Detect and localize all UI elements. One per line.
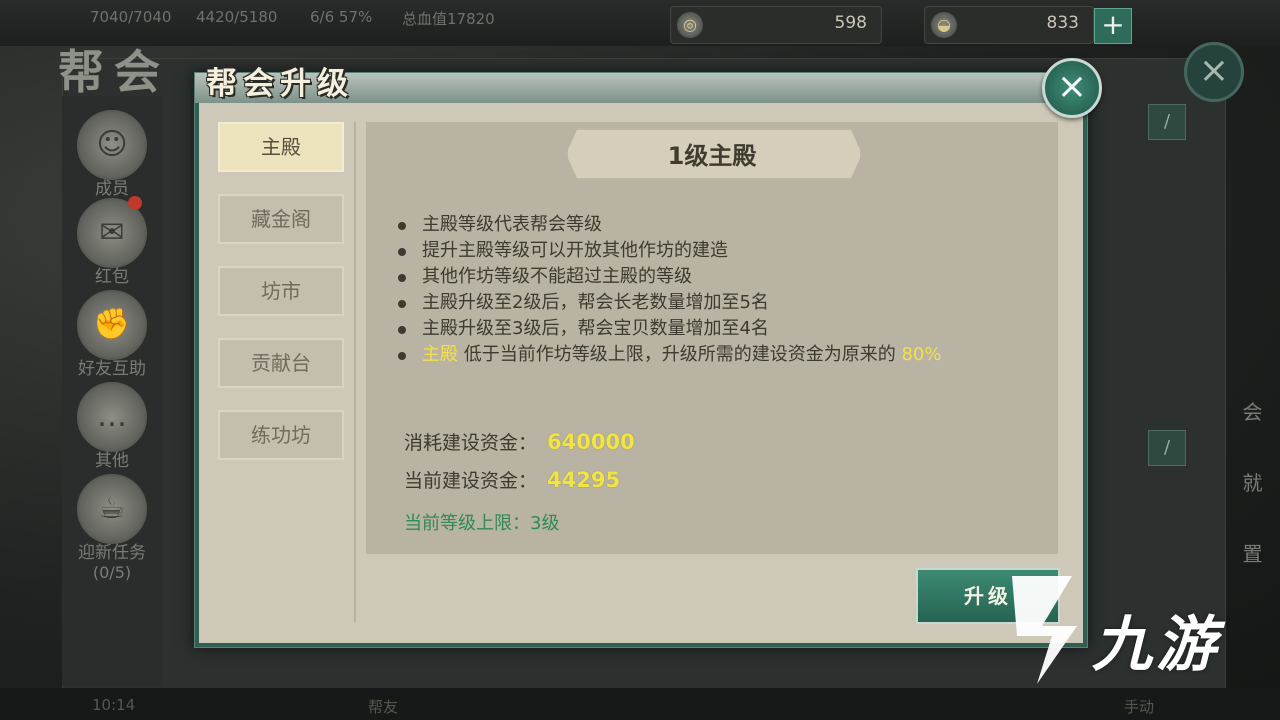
tab-main-hall[interactable]: 主殿 [218, 122, 344, 172]
level-limit-text: 当前等级上限：3级 [404, 513, 560, 534]
right-label[interactable]: 会 [1225, 396, 1280, 425]
nav-newbie-task[interactable]: ☕ 迎新任务 (0/5) [72, 474, 152, 582]
nav-friend-help-label: 好友互助 [78, 359, 146, 379]
discount-note: 主殿 低于当前作坊等级上限，升级所需的建设资金为原来的 80% [398, 342, 1038, 368]
mp-stat: 4420/5180 [196, 8, 278, 26]
gold-ingot-icon: ◒ [931, 12, 957, 38]
gold-value: 833 [1046, 13, 1079, 33]
nav-other[interactable]: … 其他 [72, 382, 152, 471]
scroll-icon: … [77, 382, 147, 452]
nav-members-label: 成员 [95, 179, 129, 199]
nav-other-label: 其他 [95, 451, 129, 471]
gold-resource[interactable]: ◒ 833 [924, 6, 1094, 44]
current-funds-label: 当前建设资金： [404, 470, 538, 492]
tab-divider [354, 122, 356, 622]
nav-newbie-task-count: (0/5) [92, 563, 132, 582]
description-item: 主殿等级代表帮会等级 [398, 212, 1038, 238]
add-gold-button[interactable]: + [1094, 8, 1132, 44]
current-funds-row: 当前建设资金： 44295 [404, 466, 620, 493]
task-icon: ☕ [77, 474, 147, 544]
bottom-friends[interactable]: 帮友 [368, 696, 398, 717]
nav-red-packet[interactable]: ✉ 红包 [72, 196, 152, 287]
building-heading: 1级主殿 [667, 142, 757, 170]
nav-members[interactable]: ☺ 成员 [72, 110, 152, 199]
handshake-icon: ✊ [77, 290, 147, 360]
right-label[interactable]: 就 [1225, 467, 1280, 496]
note-highlight-percent: 80% [901, 344, 942, 365]
tab-contribution[interactable]: 贡献台 [218, 338, 344, 388]
description-list: 主殿等级代表帮会等级 提升主殿等级可以开放其他作坊的建造 其他作坊等级不能超过主… [398, 212, 1038, 368]
bottom-bar: 10:14 帮友 手动 [0, 688, 1280, 720]
total-hp-stat: 总血值17820 [402, 10, 495, 28]
watermark-text: 九游 [1092, 610, 1220, 680]
guild-close-button[interactable]: × [1184, 42, 1244, 102]
description-item: 主殿升级至3级后，帮会宝贝数量增加至4名 [398, 316, 1038, 342]
right-side-menu: 会 就 置 [1225, 250, 1280, 600]
notification-dot [128, 196, 142, 210]
hp-stat: 7040/7040 [90, 8, 172, 26]
guild-title: 帮会 [58, 45, 170, 99]
nav-red-packet-label: 红包 [95, 267, 129, 287]
edit-icon[interactable]: / [1148, 430, 1186, 466]
right-label[interactable]: 置 [1225, 538, 1280, 567]
jade-value: 598 [834, 13, 867, 33]
bottom-manual[interactable]: 手动 [1124, 696, 1154, 717]
close-button[interactable]: × [1042, 58, 1102, 118]
cost-value: 640000 [547, 430, 635, 454]
description-item: 其他作坊等级不能超过主殿的等级 [398, 264, 1038, 290]
description-item: 提升主殿等级可以开放其他作坊的建造 [398, 238, 1038, 264]
note-highlight-building: 主殿 [422, 344, 458, 365]
current-funds-value: 44295 [547, 468, 621, 492]
tab-treasury[interactable]: 藏金阁 [218, 194, 344, 244]
jade-icon: ◎ [677, 12, 703, 38]
jade-resource[interactable]: ◎ 598 [670, 6, 882, 44]
note-text: 低于当前作坊等级上限，升级所需的建设资金为原来的 [458, 344, 902, 365]
member-stat: 6/6 57% [310, 8, 373, 26]
nav-friend-help[interactable]: ✊ 好友互助 [72, 290, 152, 379]
description-item: 主殿升级至2级后，帮会长老数量增加至5名 [398, 290, 1038, 316]
dialog-title: 帮会升级 [206, 66, 354, 102]
member-icon: ☺ [77, 110, 147, 180]
cost-row: 消耗建设资金： 640000 [404, 428, 635, 455]
edit-icon[interactable]: / [1148, 104, 1186, 140]
nav-newbie-task-label: 迎新任务 [78, 543, 146, 563]
clock-text: 10:14 [92, 696, 136, 714]
tab-training[interactable]: 练功坊 [218, 410, 344, 460]
tab-market[interactable]: 坊市 [218, 266, 344, 316]
cost-label: 消耗建设资金： [404, 432, 538, 454]
